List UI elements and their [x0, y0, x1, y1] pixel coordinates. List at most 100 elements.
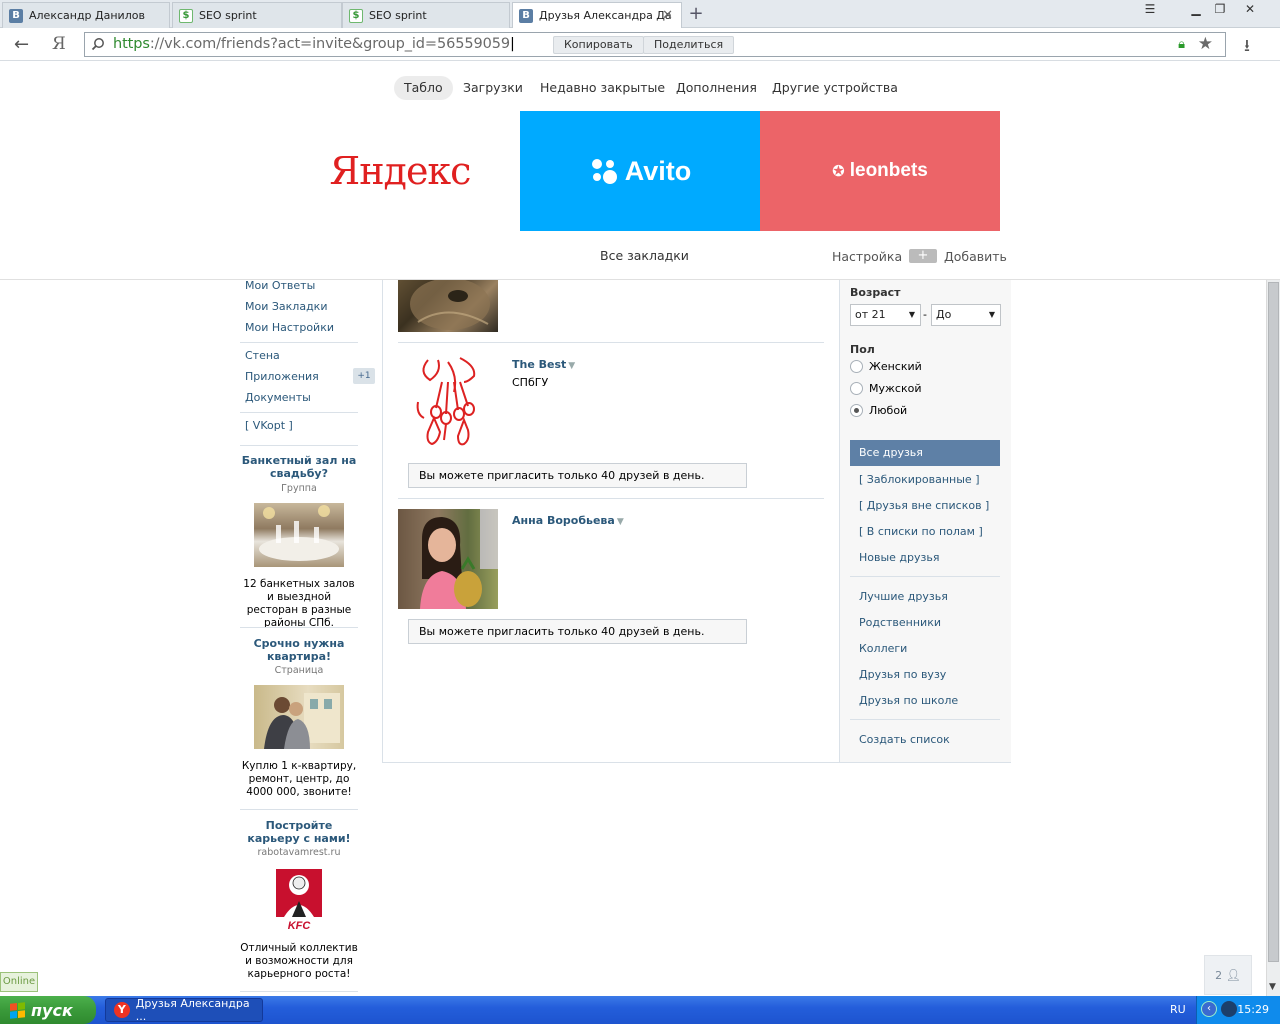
close-tab-icon[interactable]: ✕: [662, 8, 673, 23]
leonbets-star-icon: ✪: [832, 162, 845, 180]
friend-university: СПбГУ: [512, 376, 549, 389]
age-from-select[interactable]: от 21 ▼: [850, 304, 921, 326]
start-button[interactable]: пуск: [0, 996, 96, 1024]
back-arrow-icon[interactable]: ←: [14, 34, 29, 55]
settings-link[interactable]: Настройка: [832, 249, 902, 264]
tab-tablo[interactable]: Табло: [394, 76, 453, 100]
svg-text:KFC: KFC: [288, 920, 312, 931]
ad-title[interactable]: Постройте карьеру с нами!: [240, 819, 358, 845]
language-indicator[interactable]: RU: [1170, 1003, 1186, 1016]
search-icon: [91, 38, 104, 51]
browser-tab[interactable]: $ SEO sprint: [172, 2, 342, 28]
kfc-logo-image: KFC: [276, 869, 322, 931]
tray-chevron-icon[interactable]: ‹: [1201, 1001, 1217, 1017]
apps-count-badge[interactable]: +1: [353, 368, 375, 384]
bookmarks-panel: Табло Загрузки Недавно закрытые Дополнен…: [0, 62, 1280, 280]
menu-icon[interactable]: ☰: [1136, 1, 1164, 19]
ad-title[interactable]: Срочно нужна квартира!: [240, 637, 358, 663]
kfc-logo[interactable]: KFC: [272, 867, 326, 931]
browser-tab[interactable]: $ SEO sprint: [342, 2, 510, 28]
avito-dots-icon: [591, 159, 617, 184]
list-colleagues[interactable]: Коллеги: [859, 642, 907, 655]
ad-image-banquet[interactable]: [254, 503, 344, 567]
all-bookmarks-link[interactable]: Все закладки: [600, 248, 689, 263]
invite-limit-notice: Вы можете пригласить только 40 друзей в …: [408, 619, 747, 644]
system-tray: ‹ 15:29: [1196, 996, 1280, 1024]
banquet-hall-image: [259, 505, 339, 561]
list-new-friends[interactable]: Новые друзья: [859, 551, 939, 564]
steam-icon[interactable]: [1221, 1001, 1237, 1017]
close-window-icon[interactable]: ✕: [1236, 1, 1264, 19]
download-icon[interactable]: ⭳: [1244, 33, 1250, 62]
yandex-button[interactable]: Я: [52, 34, 66, 54]
list-by-sex[interactable]: [ В списки по полам ]: [859, 525, 983, 538]
menu-item-wall[interactable]: Стена: [245, 349, 280, 362]
menu-item-bookmarks[interactable]: Мои Закладки: [245, 300, 327, 313]
friend-name-link[interactable]: Анна Воробьева ▼: [512, 514, 624, 527]
divider: [240, 412, 358, 413]
list-not-in-lists[interactable]: [ Друзья вне списков ]: [859, 499, 989, 512]
lock-icon[interactable]: 🔒︎: [1178, 37, 1185, 52]
sex-radio-any[interactable]: Любой: [850, 404, 907, 417]
yandex-logo: Яндекс: [329, 149, 472, 193]
add-bookmark-link[interactable]: Добавить: [944, 249, 1007, 264]
list-school-friends[interactable]: Друзья по школе: [859, 694, 958, 707]
sex-radio-male[interactable]: Мужской: [850, 382, 921, 395]
browser-tab[interactable]: B Александр Данилов: [2, 2, 170, 28]
browser-tab-active[interactable]: B Друзья Александра Да ✕: [512, 2, 682, 28]
new-tab-button[interactable]: +: [686, 3, 706, 24]
menu-item-documents[interactable]: Документы: [245, 391, 311, 404]
copy-url-button[interactable]: Копировать: [553, 36, 644, 54]
tab-extensions[interactable]: Дополнения: [666, 76, 767, 100]
menu-item-settings[interactable]: Мои Настройки: [245, 321, 334, 334]
ad-text: Куплю 1 к-квартиру, ремонт, центр, до 40…: [241, 760, 357, 798]
menu-item-vkopt[interactable]: [ VKopt ]: [245, 419, 293, 432]
menu-item-answers[interactable]: Мои Ответы: [245, 279, 315, 292]
people-count: 2: [1215, 969, 1223, 982]
friend-name-link[interactable]: The Best ▼: [512, 358, 575, 371]
friend-photo[interactable]: [398, 352, 498, 452]
radio-label: Любой: [869, 404, 908, 417]
restore-icon[interactable]: ❐: [1206, 1, 1234, 19]
tab-recently-closed[interactable]: Недавно закрытые: [530, 76, 675, 100]
ad-title[interactable]: Банкетный зал на свадьбу?: [240, 454, 358, 480]
sex-radio-female[interactable]: Женский: [850, 360, 922, 373]
create-list-link[interactable]: Создать список: [859, 733, 950, 746]
url-path: ://vk.com/friends?act=invite&group_id=56…: [149, 36, 510, 52]
add-plus-icon[interactable]: +: [909, 249, 937, 263]
friend-name: Анна Воробьева: [512, 514, 615, 527]
bookmark-star-icon[interactable]: ★: [1198, 34, 1213, 54]
browser-tab-bar: B Александр Данилов $ SEO sprint $ SEO s…: [0, 0, 1280, 28]
ad-image-apartment[interactable]: [254, 685, 344, 749]
friend-photo[interactable]: [398, 509, 498, 609]
divider: [850, 576, 1000, 577]
list-blocked[interactable]: [ Заблокированные ]: [859, 473, 979, 486]
chevron-down-icon: ▼: [988, 310, 995, 319]
dropdown-arrow-icon[interactable]: ▼: [617, 517, 624, 527]
age-to-select[interactable]: До ▼: [931, 304, 1001, 326]
tile-leonbets[interactable]: ✪ leonbets: [760, 111, 1000, 231]
list-all-friends[interactable]: Все друзья: [850, 440, 1000, 466]
taskbar-window-item[interactable]: Y Друзья Александра ...: [105, 997, 263, 1023]
list-best-friends[interactable]: Лучшие друзья: [859, 590, 948, 603]
tab-other-devices[interactable]: Другие устройства: [762, 76, 908, 100]
divider: [240, 627, 358, 628]
clock[interactable]: 15:29: [1237, 1003, 1269, 1016]
url-input[interactable]: https://vk.com/friends?act=invite&group_…: [84, 32, 1226, 57]
scroll-down-arrow-icon[interactable]: ▼: [1269, 982, 1276, 992]
scrollbar-thumb[interactable]: [1268, 282, 1279, 962]
age-label: Возраст: [850, 286, 901, 299]
tab-downloads[interactable]: Загрузки: [453, 76, 533, 100]
tile-avito[interactable]: Avito: [520, 111, 760, 231]
menu-item-apps[interactable]: Приложения: [245, 370, 319, 383]
share-button[interactable]: Поделиться: [643, 36, 735, 54]
list-relatives[interactable]: Родственники: [859, 616, 941, 629]
couple-house-image: [264, 693, 340, 749]
divider: [398, 498, 824, 499]
tile-yandex[interactable]: Яндекс: [280, 111, 520, 231]
start-label: пуск: [31, 1000, 73, 1020]
tab-title: Друзья Александра Да: [539, 9, 672, 22]
list-university-friends[interactable]: Друзья по вузу: [859, 668, 946, 681]
people-count-widget[interactable]: 2 👤︎: [1204, 955, 1252, 995]
dropdown-arrow-icon[interactable]: ▼: [568, 361, 575, 371]
